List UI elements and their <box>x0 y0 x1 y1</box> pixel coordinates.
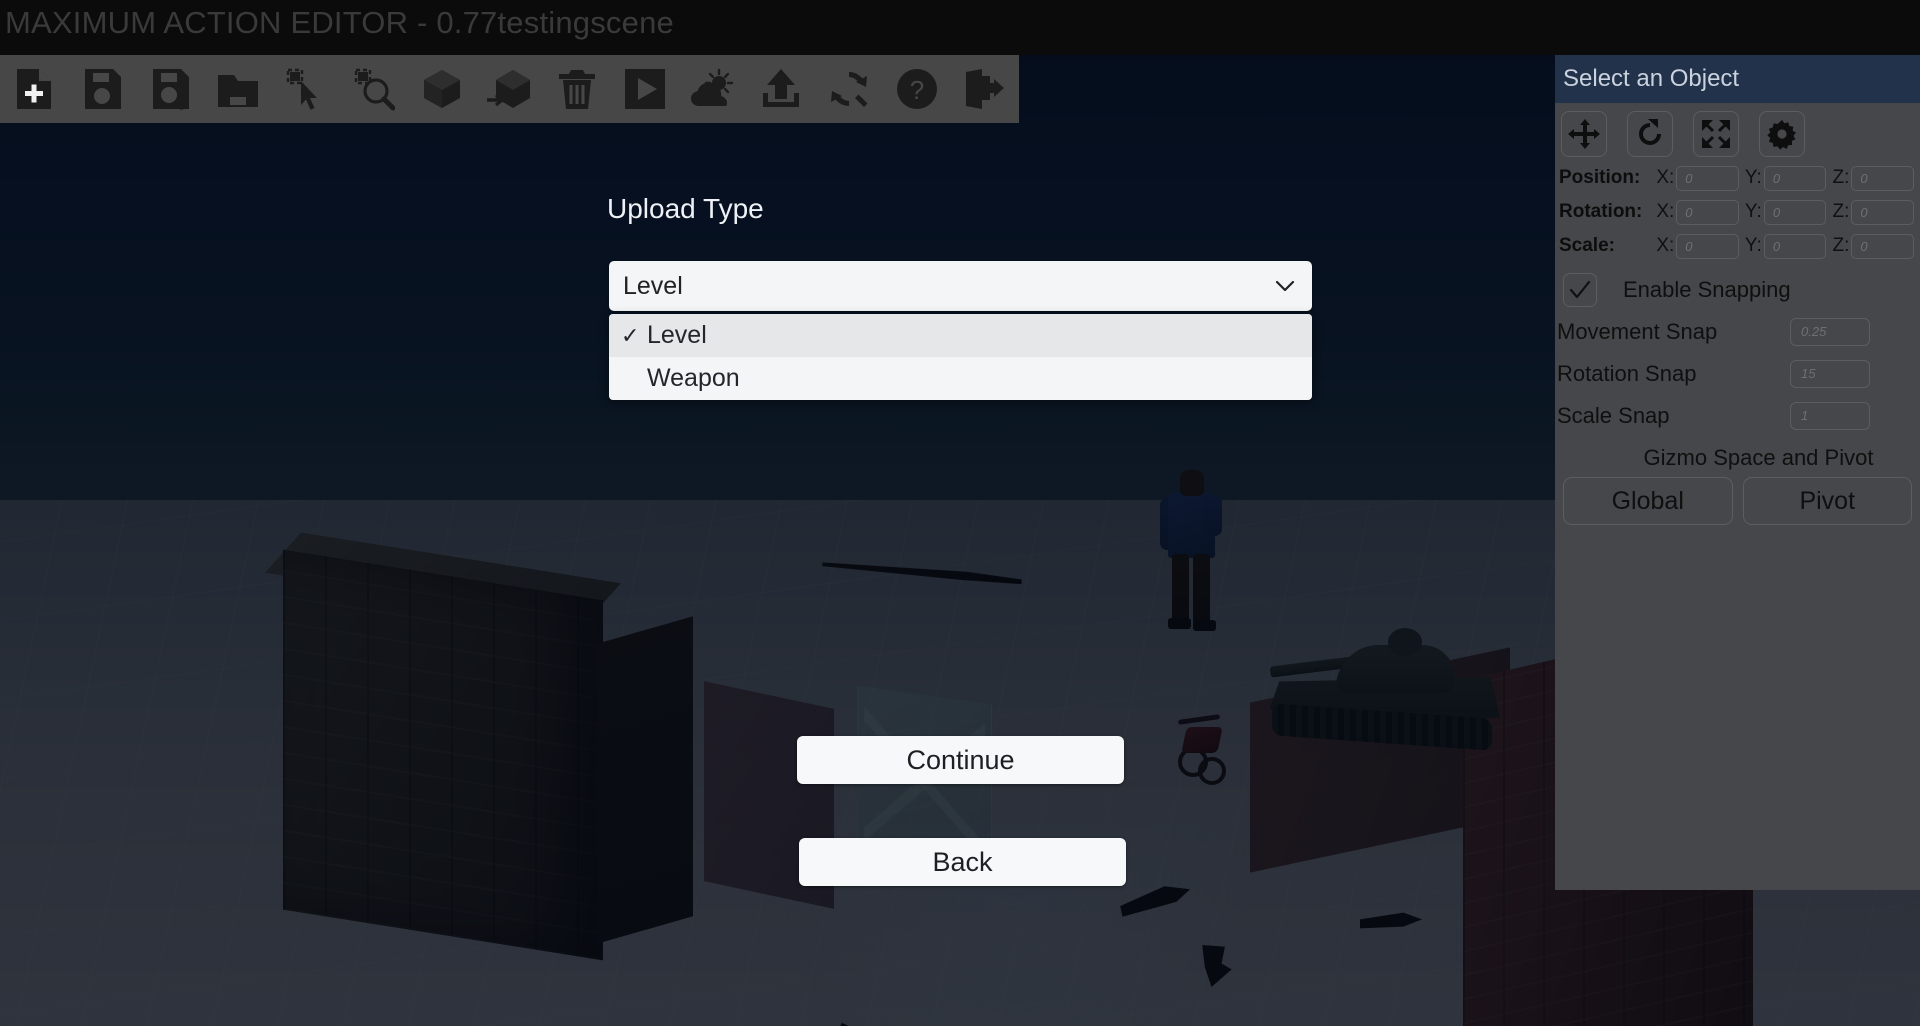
dropdown-option-level-check: ✓ <box>621 323 647 349</box>
upload-type-select[interactable]: Level <box>609 261 1312 311</box>
upload-type-select-value: Level <box>623 272 1272 301</box>
back-button[interactable]: Back <box>799 838 1126 886</box>
upload-type-label: Upload Type <box>607 193 764 225</box>
dropdown-option-level[interactable]: ✓ Level <box>609 314 1312 357</box>
dropdown-option-weapon[interactable]: Weapon <box>609 357 1312 400</box>
continue-button[interactable]: Continue <box>797 736 1124 784</box>
upload-type-dropdown: ✓ Level Weapon <box>609 314 1312 400</box>
upload-dialog: Upload Type Level ✓ Level Weapon Continu… <box>0 0 1920 1026</box>
editor-window: MAXIMUM ACTION EDITOR - 0.77testingscene <box>0 0 1920 1026</box>
chevron-down-icon <box>1272 273 1298 299</box>
dropdown-option-weapon-label: Weapon <box>647 364 740 393</box>
dropdown-option-level-label: Level <box>647 321 707 350</box>
